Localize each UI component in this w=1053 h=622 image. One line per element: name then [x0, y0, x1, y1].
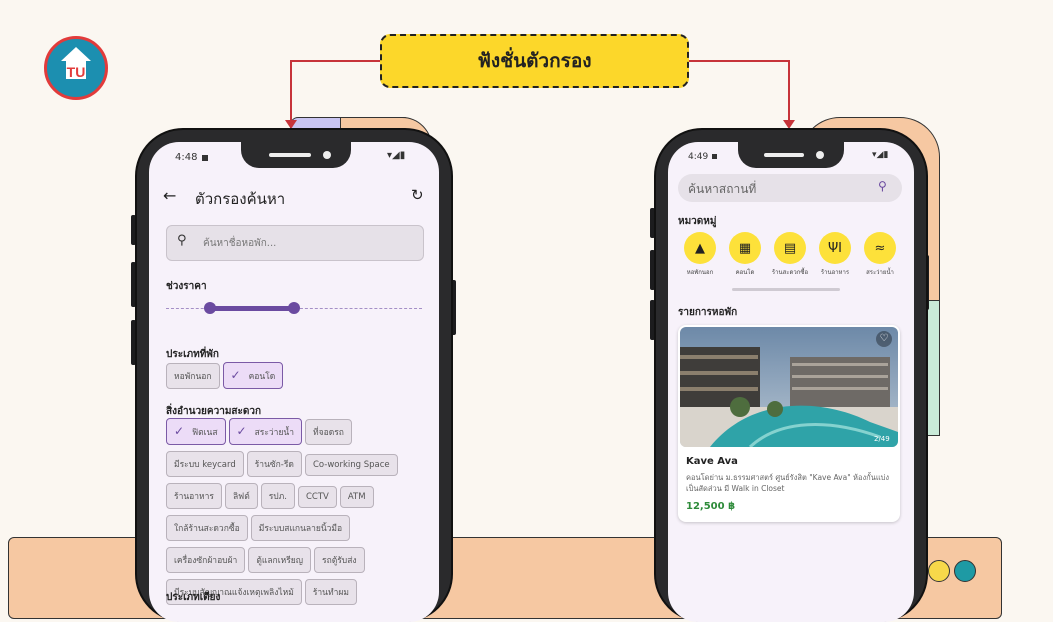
filter-chip[interactable]: หอพักนอก: [166, 363, 220, 389]
search-field[interactable]: ⚲ ค้นหาชื่อหอพัก...: [166, 225, 424, 261]
category-scrollbar[interactable]: [732, 288, 840, 291]
store-icon: ▤: [774, 232, 806, 264]
right-phone: 4:49 ▾◢▮ ค้นหาสถานที่ ⚲ หมวดหมู่ ▲ หอพักน…: [654, 128, 928, 622]
amenity-section-title: สิ่งอำนวยความสะดวก: [166, 406, 262, 417]
price-slider-max-handle[interactable]: [288, 302, 300, 314]
category-label: ร้านสะดวกซื้อ: [771, 269, 809, 276]
left-phone: 4:48 ▾◢▮ ← ตัวกรองค้นหา ↻ ⚲ ค้นหาชื่อหอพ…: [135, 128, 453, 622]
amenity-chip-row: เครื่องซักผ้าอบผ้า ตู้แลกเหรียญ รถตู้รับส่…: [166, 547, 436, 579]
decor-dot-yellow: [928, 560, 950, 582]
listing-description: คอนโดย่าน ม.ธรรมศาสตร์ ศูนย์รังสิต "Kave…: [686, 473, 890, 493]
mountain-icon: ▲: [684, 232, 716, 264]
amenity-chip-row: มีระบบ keycard ร้านซัก-รีด Co-working Spac…: [166, 451, 436, 483]
filter-chip[interactable]: ร้านอาหาร: [166, 483, 222, 509]
right-screen: 4:49 ▾◢▮ ค้นหาสถานที่ ⚲ หมวดหมู่ ▲ หอพักน…: [668, 142, 914, 622]
category-label: คอนโด: [735, 269, 755, 276]
notification-icon: [712, 154, 717, 159]
search-placeholder: ค้นหาสถานที่: [688, 182, 757, 196]
filter-chip[interactable]: ร้านทำผม: [304, 579, 357, 605]
place-search-input[interactable]: ค้นหาสถานที่ ⚲: [678, 174, 902, 202]
filter-chip[interactable]: เครื่องซักผ้าอบผ้า: [166, 547, 246, 573]
photo-counter: 2/49: [874, 435, 890, 443]
filter-chip[interactable]: CCTV: [298, 486, 337, 508]
category-label: สระว่ายน้ำ: [866, 269, 894, 276]
filter-chip[interactable]: ฟิตเนส: [166, 418, 226, 445]
filter-chip[interactable]: คอนโด: [222, 362, 284, 389]
status-time: 4:48: [175, 152, 198, 163]
restaurant-icon: ΨΙ: [819, 232, 851, 264]
phone-notch: [738, 142, 844, 168]
connector-line: [290, 60, 292, 122]
banner-title: ฟังชั่นตัวกรอง: [477, 50, 592, 72]
connector-line: [788, 60, 790, 122]
app-logo: TU: [44, 36, 108, 100]
category-item[interactable]: ΨΙ ร้านอาหาร: [817, 232, 853, 277]
connector-line: [290, 60, 380, 62]
decor-dot-teal: [954, 560, 976, 582]
list-section-title: รายการหอพัก: [678, 307, 738, 318]
building-icon: ▦: [729, 232, 761, 264]
price-slider-range: [210, 306, 294, 311]
listing-card[interactable]: ♡ 2/49 Kave Ava คอนโดย่าน ม.ธรรมศาสตร์ ศ…: [678, 325, 900, 522]
listing-name: Kave Ava: [686, 456, 738, 467]
filter-chip[interactable]: ที่จอดรถ: [305, 419, 352, 445]
refresh-icon[interactable]: ↻: [411, 186, 424, 204]
type-chip-group: หอพักนอกคอนโด: [166, 362, 431, 395]
category-item[interactable]: ▦ คอนโด: [727, 232, 763, 277]
notification-icon: [202, 155, 208, 161]
status-time: 4:49: [688, 152, 709, 162]
signal-battery-icon: ▾◢▮: [387, 150, 406, 161]
page-title: ตัวกรองค้นหา: [195, 190, 286, 208]
filter-chip[interactable]: ลิฟต์: [224, 483, 258, 509]
search-placeholder: ค้นหาชื่อหอพัก...: [203, 238, 277, 249]
category-row: ▲ หอพักนอก ▦ คอนโด ▤ ร้านสะดวกซื้อ ΨΙ ร้านอาหาร…: [682, 232, 912, 277]
svg-text:TU: TU: [67, 64, 86, 80]
filter-chip[interactable]: ATM: [339, 486, 374, 508]
category-section-title: หมวดหมู่: [678, 216, 717, 227]
filter-chip[interactable]: รปภ.: [260, 483, 295, 509]
listing-price: 12,500 ฿: [686, 501, 736, 512]
amenity-chip-row: ใกล้ร้านสะดวกซื้อ มีระบบสแกนลายนิ้วมือ: [166, 515, 436, 547]
amenity-chip-group: ฟิตเนสสระว่ายน้ำที่จอดรถมีระบบ keycardร้…: [166, 418, 436, 611]
filter-chip[interactable]: มีระบบ keycard: [166, 451, 244, 477]
type-section-title: ประเภทที่พัก: [166, 349, 219, 360]
category-item[interactable]: ▲ หอพักนอก: [682, 232, 718, 277]
filter-chip[interactable]: รถตู้รับส่ง: [314, 547, 365, 573]
filter-chip[interactable]: สระว่ายน้ำ: [228, 418, 303, 445]
favorite-heart-icon[interactable]: ♡: [876, 331, 892, 347]
search-icon: ⚲: [177, 233, 187, 248]
pool-icon: ≈: [864, 232, 896, 264]
filter-chip[interactable]: ใกล้ร้านสะดวกซื้อ: [166, 515, 248, 541]
price-section-title: ช่วงราคา: [166, 281, 207, 292]
price-slider-min-handle[interactable]: [204, 302, 216, 314]
category-label: ร้านอาหาร: [820, 269, 850, 276]
phone-notch: [241, 142, 351, 168]
feature-banner: ฟังชั่นตัวกรอง: [380, 34, 689, 88]
filter-chip[interactable]: Co-working Space: [304, 454, 398, 476]
category-label: หอพักนอก: [686, 269, 714, 276]
filter-chip[interactable]: ตู้แลกเหรียญ: [248, 547, 311, 573]
category-item[interactable]: ▤ ร้านสะดวกซื้อ: [772, 232, 808, 277]
category-item[interactable]: ≈ สระว่ายน้ำ: [862, 232, 898, 277]
search-icon[interactable]: ⚲: [878, 179, 887, 193]
filter-chip[interactable]: ร้านซัก-รีด: [246, 451, 302, 477]
amenity-chip-row: ฟิตเนสสระว่ายน้ำที่จอดรถ: [166, 418, 436, 451]
filter-chip[interactable]: มีระบบสแกนลายนิ้วมือ: [250, 515, 351, 541]
amenity-chip-row: ร้านอาหาร ลิฟต์ รปภ. CCTV ATM: [166, 483, 436, 515]
listing-photo[interactable]: ♡ 2/49: [680, 327, 898, 447]
back-arrow-icon[interactable]: ←: [163, 186, 176, 205]
connector-line: [685, 60, 790, 62]
left-screen: 4:48 ▾◢▮ ← ตัวกรองค้นหา ↻ ⚲ ค้นหาชื่อหอพ…: [149, 142, 439, 622]
bed-section-title: ประเภทเตียง: [166, 592, 221, 603]
signal-battery-icon: ▾◢▮: [872, 150, 889, 160]
